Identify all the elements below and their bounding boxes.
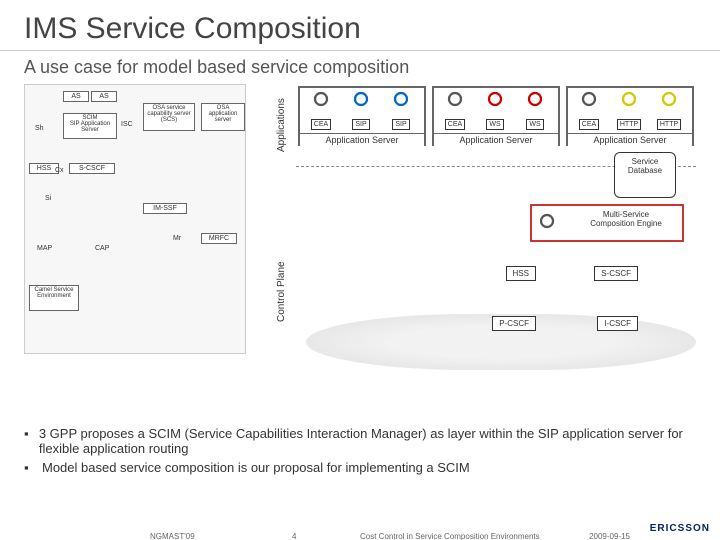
footer-date: 2009-09-15 <box>589 532 630 540</box>
gear-icon <box>392 90 410 108</box>
gear-cea-3: CEA <box>570 90 608 131</box>
content-area: AS AS SCIMSIP Application Server OSA ser… <box>24 82 696 412</box>
control-plane-zone: Service Database Multi-Service Compositi… <box>296 170 696 370</box>
bullet-text-2: Model based service composition is our p… <box>42 460 470 475</box>
gear-ws-2b: WS <box>516 90 554 131</box>
box-camel: Camel Service Environment <box>29 285 79 311</box>
gear-cea-1: CEA <box>302 90 340 131</box>
slide: IMS Service Composition A use case for m… <box>0 0 720 540</box>
bullet-text-1: 3 GPP proposes a SCIM (Service Capabilit… <box>39 426 696 456</box>
list-item: ▪Model based service composition is our … <box>24 460 696 475</box>
gear-sip-1a: SIP <box>342 90 380 131</box>
msce-label: Multi-Service Composition Engine <box>576 210 676 228</box>
app-server-2: CEA WS WS Application Server <box>432 86 560 146</box>
footer-page-number: 4 <box>292 532 296 540</box>
bullet-icon: ▪ <box>24 426 39 456</box>
node-scscf: S-CSCF <box>594 266 638 281</box>
box-as1: AS <box>63 91 89 102</box>
gear-sip-1b: SIP <box>382 90 420 131</box>
lbl-cap: CAP <box>95 245 109 252</box>
gear-http-3a: HTTP <box>610 90 648 131</box>
box-osa-app: OSA application server <box>201 103 245 131</box>
gear-ws-2a: WS <box>476 90 514 131</box>
gear-icon <box>660 90 678 108</box>
divider <box>0 50 720 51</box>
gear-icon <box>352 90 370 108</box>
gear-icon <box>486 90 504 108</box>
box-as2: AS <box>91 91 117 102</box>
box-scim: SCIMSIP Application Server <box>63 113 117 139</box>
node-pcscf: P-CSCF <box>492 316 536 331</box>
right-architecture-diagram: Applications Control Plane CEA SIP SIP A… <box>266 82 696 402</box>
box-scscf: S-CSCF <box>69 163 115 174</box>
app-server-2-label: Application Server <box>434 133 558 146</box>
lbl-si: Si <box>45 195 51 202</box>
lbl-isc: ISC <box>121 121 133 128</box>
footer-conference: NGMAST'09 <box>150 532 195 540</box>
brand-logo: ERICSSON <box>650 523 710 534</box>
box-mrfc: MRFC <box>201 233 237 244</box>
gear-icon <box>538 212 556 230</box>
gear-icon <box>446 90 464 108</box>
gear-icon <box>312 90 330 108</box>
multi-service-composition-engine: Multi-Service Composition Engine <box>530 204 684 242</box>
gear-icon <box>526 90 544 108</box>
lbl-map: MAP <box>37 245 52 252</box>
app-server-1-label: Application Server <box>300 133 424 146</box>
lbl-mr: Mr <box>173 235 181 242</box>
subtitle: A use case for model based service compo… <box>0 57 720 82</box>
app-server-1: CEA SIP SIP Application Server <box>298 86 426 146</box>
app-server-3-label: Application Server <box>568 133 692 146</box>
node-icscf: I-CSCF <box>597 316 638 331</box>
box-imssf: IM-SSF <box>143 203 187 214</box>
footer-title: Cost Control in Service Composition Envi… <box>360 532 540 540</box>
gear-cea-2: CEA <box>436 90 474 131</box>
left-architecture-diagram: AS AS SCIMSIP Application Server OSA ser… <box>24 84 246 354</box>
node-hss: HSS <box>506 266 536 281</box>
gear-icon <box>580 90 598 108</box>
applications-axis-label: Applications <box>276 98 287 152</box>
bullet-list: ▪3 GPP proposes a SCIM (Service Capabili… <box>24 426 696 479</box>
control-plane-axis-label: Control Plane <box>276 261 287 322</box>
service-database: Service Database <box>614 152 676 198</box>
box-osa-scs: OSA service capability server (SCS) <box>143 103 195 131</box>
lbl-cx: Cx <box>55 167 64 174</box>
gear-http-3b: HTTP <box>650 90 688 131</box>
page-title: IMS Service Composition <box>0 0 720 46</box>
app-server-3: CEA HTTP HTTP Application Server <box>566 86 694 146</box>
bullet-icon: ▪ <box>24 460 42 475</box>
list-item: ▪3 GPP proposes a SCIM (Service Capabili… <box>24 426 696 456</box>
gear-icon <box>620 90 638 108</box>
lbl-sh: Sh <box>35 125 44 132</box>
